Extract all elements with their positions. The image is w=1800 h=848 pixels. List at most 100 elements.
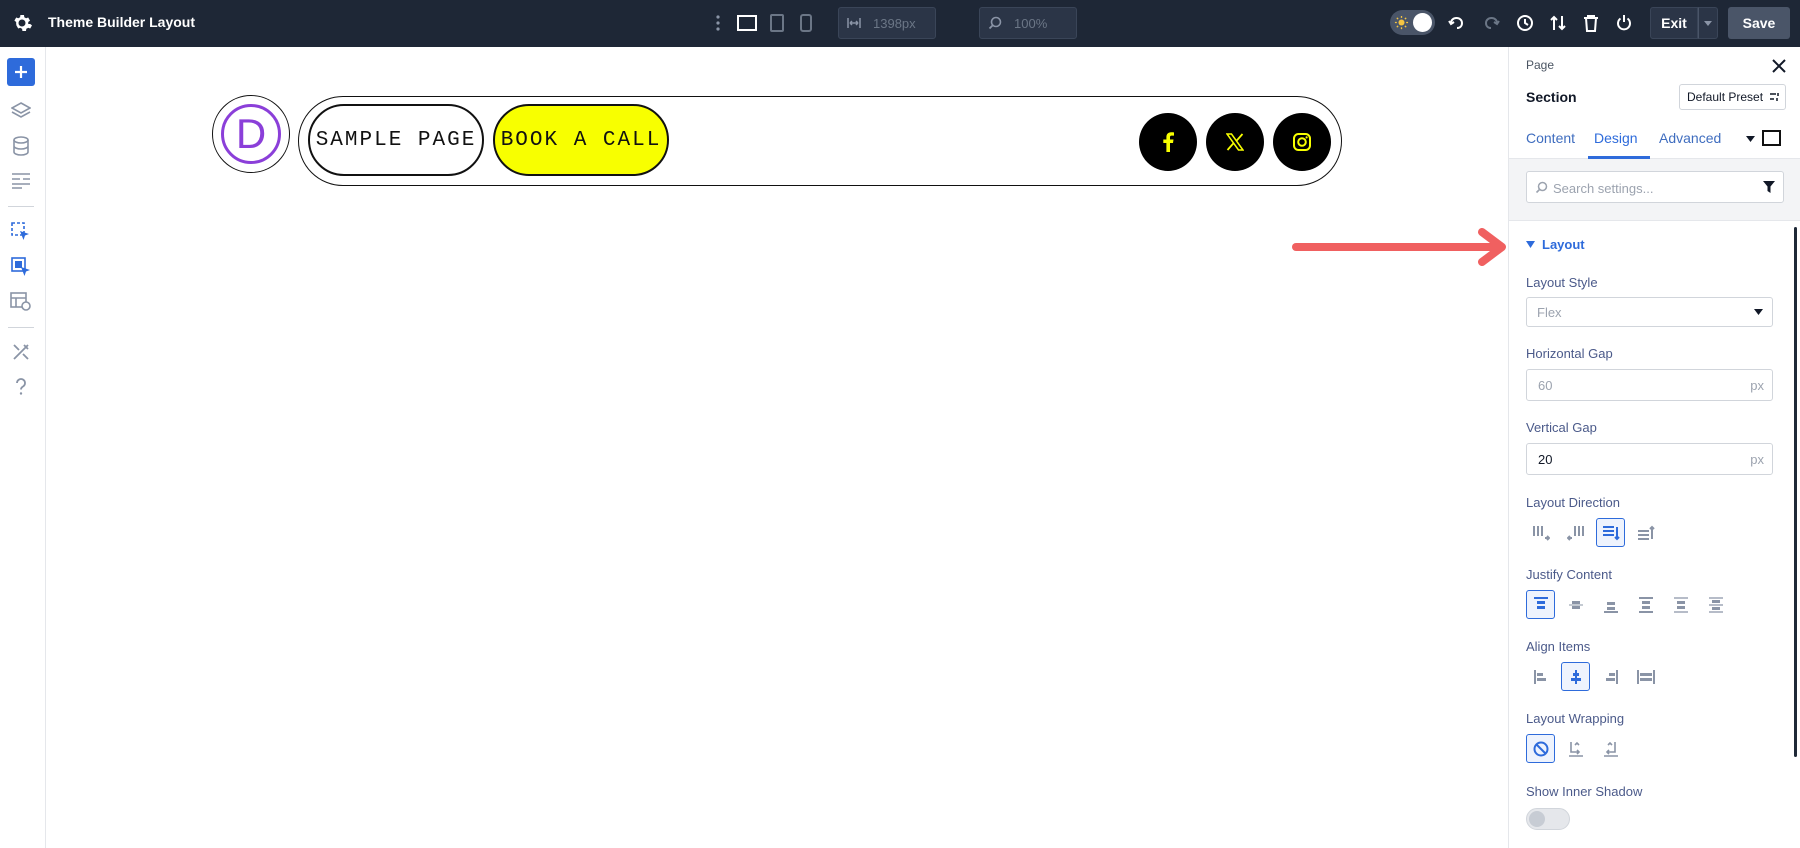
layout-title: Theme Builder Layout	[48, 14, 196, 30]
settings-gear-icon[interactable]	[10, 11, 34, 35]
x-twitter-link[interactable]	[1206, 113, 1264, 171]
sidebar-divider	[8, 206, 34, 207]
justify-space-evenly-icon[interactable]	[1701, 590, 1730, 619]
power-icon[interactable]	[1613, 12, 1635, 34]
wrap-icon[interactable]	[1561, 734, 1590, 763]
desktop-view-icon[interactable]	[736, 12, 758, 34]
exit-button[interactable]: Exit	[1650, 7, 1698, 39]
vertical-gap-unit[interactable]: px	[1750, 452, 1764, 467]
tab-design[interactable]: Design	[1594, 130, 1638, 146]
preset-dropdown[interactable]: Default Preset	[1679, 84, 1786, 110]
justify-start-icon[interactable]	[1526, 590, 1555, 619]
direction-row-icon[interactable]	[1526, 518, 1555, 547]
pointer-arrow-icon	[1292, 228, 1506, 266]
sun-icon	[1394, 15, 1409, 30]
align-items-options	[1526, 662, 1666, 692]
search-input[interactable]	[1553, 178, 1753, 198]
settings-panel: Page Section Default Preset Content Desi…	[1508, 47, 1800, 848]
tab-advanced[interactable]: Advanced	[1659, 130, 1721, 146]
zoom-value: 100%	[1014, 15, 1048, 31]
trash-icon[interactable]	[1580, 12, 1602, 34]
horizontal-gap-field[interactable]: 60 px	[1526, 369, 1773, 401]
justify-space-around-icon[interactable]	[1666, 590, 1695, 619]
justify-center-icon[interactable]	[1561, 590, 1590, 619]
align-stretch-icon[interactable]	[1631, 662, 1660, 691]
close-icon[interactable]	[1772, 59, 1788, 75]
triangle-down-icon	[1526, 241, 1535, 248]
justify-space-between-icon[interactable]	[1631, 590, 1660, 619]
horizontal-gap-unit[interactable]: px	[1750, 378, 1764, 393]
search-icon	[1535, 181, 1548, 194]
tablet-view-icon[interactable]	[766, 12, 788, 34]
undo-icon[interactable]	[1446, 12, 1468, 34]
wrap-reverse-icon[interactable]	[1596, 734, 1625, 763]
layers-icon[interactable]	[9, 99, 33, 123]
width-arrows-icon	[847, 18, 861, 28]
vertical-gap-field[interactable]: 20 px	[1526, 443, 1773, 475]
site-logo[interactable]: D	[212, 95, 290, 173]
history-clock-icon[interactable]	[1514, 12, 1536, 34]
layout-section-toggle[interactable]: Layout	[1526, 237, 1585, 252]
theme-mode-toggle[interactable]	[1390, 10, 1435, 35]
plus-icon	[15, 66, 27, 78]
search-area	[1509, 159, 1800, 221]
help-icon[interactable]	[9, 375, 33, 399]
preset-options-icon	[1770, 93, 1779, 101]
add-module-button[interactable]	[7, 58, 35, 86]
zoom-field[interactable]: 100%	[979, 7, 1077, 39]
database-icon[interactable]	[9, 134, 33, 158]
book-a-call-button[interactable]: BOOK A CALL	[493, 104, 669, 176]
zoom-search-icon	[988, 16, 1002, 30]
panel-breadcrumb[interactable]: Page	[1526, 58, 1554, 72]
no-wrap-icon[interactable]	[1526, 734, 1555, 763]
facebook-link[interactable]	[1139, 113, 1197, 171]
vertical-gap-label: Vertical Gap	[1526, 420, 1597, 435]
justify-end-icon[interactable]	[1596, 590, 1625, 619]
direction-column-reverse-icon[interactable]	[1631, 518, 1660, 547]
tab-content[interactable]: Content	[1526, 130, 1575, 146]
exit-dropdown-button[interactable]	[1698, 7, 1718, 39]
canvas-width-field[interactable]: 1398px	[838, 7, 936, 39]
inner-shadow-toggle[interactable]	[1526, 808, 1570, 830]
direction-column-icon[interactable]	[1596, 518, 1625, 547]
logo-mark: D	[221, 104, 281, 164]
instagram-link[interactable]	[1273, 113, 1331, 171]
align-end-icon[interactable]	[1596, 662, 1625, 691]
layout-section-title: Layout	[1542, 237, 1585, 252]
sample-page-button[interactable]: SAMPLE PAGE	[308, 104, 484, 176]
preset-label: Default Preset	[1687, 90, 1764, 104]
cursor-select-icon[interactable]	[9, 220, 33, 244]
layout-wrapping-label: Layout Wrapping	[1526, 711, 1625, 726]
panel-scrollbar[interactable]	[1794, 227, 1797, 757]
more-vertical-icon[interactable]	[707, 12, 729, 34]
horizontal-gap-label: Horizontal Gap	[1526, 346, 1613, 361]
toggle-knob	[1529, 811, 1545, 827]
facebook-icon	[1163, 132, 1174, 152]
horizontal-gap-placeholder: 60	[1538, 377, 1553, 393]
filter-icon[interactable]	[1763, 181, 1775, 193]
align-center-icon[interactable]	[1561, 662, 1590, 691]
align-start-icon[interactable]	[1526, 662, 1555, 691]
tabs-dropdown-icon[interactable]	[1746, 136, 1755, 142]
left-sidebar	[0, 47, 46, 848]
layout-direction-options	[1526, 518, 1666, 548]
builder-canvas[interactable]: D SAMPLE PAGE BOOK A CALL	[46, 47, 1508, 848]
layout-style-select[interactable]: Flex	[1526, 297, 1773, 327]
layout-style-value: Flex	[1537, 304, 1562, 320]
layout-sections-icon[interactable]	[9, 169, 33, 193]
chevron-down-icon	[1754, 309, 1763, 315]
sort-arrows-icon[interactable]	[1547, 12, 1569, 34]
layout-style-label: Layout Style	[1526, 275, 1598, 290]
tools-icon[interactable]	[9, 340, 33, 364]
redo-icon[interactable]	[1480, 12, 1502, 34]
phone-view-icon[interactable]	[795, 12, 817, 34]
panel-title: Section	[1526, 89, 1577, 105]
multi-select-icon[interactable]	[9, 255, 33, 279]
instagram-icon	[1293, 133, 1311, 151]
save-button[interactable]: Save	[1728, 7, 1790, 39]
page-settings-icon[interactable]	[9, 290, 33, 314]
settings-search[interactable]	[1526, 171, 1784, 203]
direction-row-reverse-icon[interactable]	[1561, 518, 1590, 547]
layout-wrapping-options	[1526, 734, 1631, 764]
expand-panel-icon[interactable]	[1762, 130, 1781, 146]
